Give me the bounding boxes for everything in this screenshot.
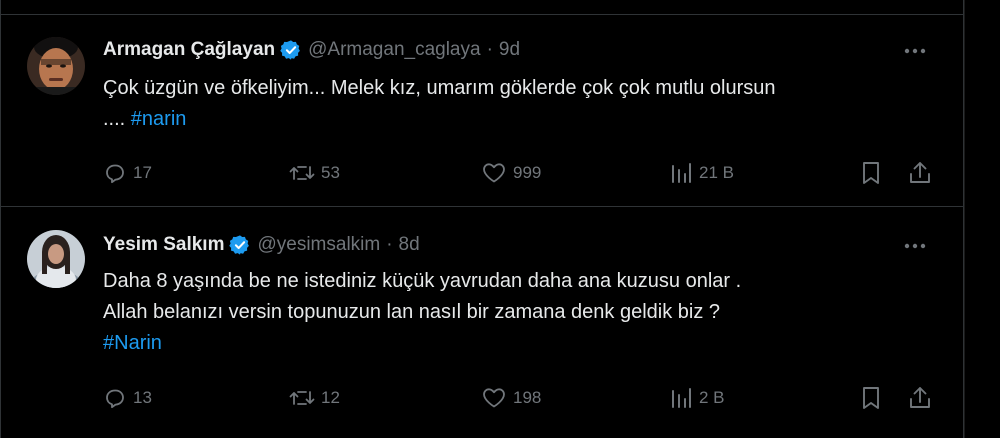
bookmark-button[interactable]	[859, 383, 883, 413]
reply-count: 13	[133, 388, 152, 407]
share-icon	[910, 387, 930, 408]
timestamp[interactable]: 9d	[499, 39, 520, 61]
gutter-edge	[964, 0, 965, 438]
share-button[interactable]	[907, 383, 933, 413]
tweet-actions: 13 12 198 2 B	[103, 383, 943, 413]
reply-button[interactable]: 13	[103, 383, 152, 413]
like-count: 999	[513, 163, 542, 182]
views-button[interactable]: 2 B	[669, 383, 725, 413]
separator-dot: ·	[386, 234, 393, 255]
timeline-frame: Armagan Çağlayan @Armagan_caglaya · 9d Ç…	[0, 0, 1000, 438]
reply-icon	[106, 389, 124, 409]
tweet-actions: 17 53 999 21 B	[103, 158, 943, 188]
separator-dot: ·	[486, 39, 493, 60]
retweet-count: 12	[321, 388, 340, 407]
views-icon	[672, 163, 691, 183]
avatar[interactable]	[27, 37, 85, 95]
hashtag-link[interactable]: #narin	[131, 108, 187, 130]
right-gutter	[964, 0, 1000, 438]
bookmark-icon	[863, 387, 879, 409]
share-icon	[910, 162, 930, 183]
like-button[interactable]: 198	[481, 383, 541, 413]
tweet-text-line: #Narin	[103, 328, 933, 359]
verified-badge-icon[interactable]	[280, 39, 302, 61]
hashtag-link[interactable]: #Narin	[103, 332, 162, 354]
heart-icon	[483, 163, 505, 183]
views-button[interactable]: 21 B	[669, 158, 734, 188]
tweet-text: Daha 8 yaşında be ne istediniz küçük yav…	[103, 266, 933, 359]
timeline-feed: Armagan Çağlayan @Armagan_caglaya · 9d Ç…	[0, 0, 965, 438]
retweet-icon	[289, 166, 315, 180]
user-handle[interactable]: @Armagan_caglaya	[308, 39, 480, 61]
like-button[interactable]: 999	[481, 158, 541, 188]
display-name[interactable]: Yesim Salkım	[103, 234, 224, 256]
tweet-card[interactable]: Yesim Salkım @yesimsalkim · 8d Daha 8 ya…	[1, 208, 965, 438]
reply-icon	[106, 164, 124, 184]
share-button[interactable]	[907, 158, 933, 188]
more-dots-icon[interactable]	[900, 236, 930, 256]
retweet-button[interactable]: 53	[289, 158, 340, 188]
retweet-count: 53	[321, 163, 340, 182]
tweet-header: Yesim Salkım @yesimsalkim · 8d	[103, 231, 420, 259]
retweet-icon	[289, 391, 315, 405]
views-icon	[672, 388, 691, 408]
avatar[interactable]	[27, 230, 85, 288]
tweet-header: Armagan Çağlayan @Armagan_caglaya · 9d	[103, 36, 520, 64]
tweet-text-line: Çok üzgün ve öfkeliyim... Melek kız, uma…	[103, 77, 776, 99]
tweet-text: Çok üzgün ve öfkeliyim... Melek kız, uma…	[103, 73, 933, 135]
tweet-card[interactable]: Armagan Çağlayan @Armagan_caglaya · 9d Ç…	[1, 15, 965, 207]
display-name[interactable]: Armagan Çağlayan	[103, 39, 275, 61]
tweet-text-ellipsis: ....	[103, 108, 126, 130]
views-count: 21 B	[699, 163, 734, 182]
tweet-text-line: Allah belanızı versin topunuzun lan nası…	[103, 301, 721, 323]
heart-icon	[483, 388, 505, 408]
tweet-text-line: Daha 8 yaşında be ne istediniz küçük yav…	[103, 270, 742, 292]
bookmark-button[interactable]	[859, 158, 883, 188]
bookmark-icon	[863, 162, 879, 184]
user-handle[interactable]: @yesimsalkim	[257, 234, 380, 256]
retweet-button[interactable]: 12	[289, 383, 340, 413]
reply-button[interactable]: 17	[103, 158, 152, 188]
like-count: 198	[513, 388, 542, 407]
timestamp[interactable]: 8d	[399, 234, 420, 256]
views-count: 2 B	[699, 388, 725, 407]
tweet-text-line: .... #narin	[103, 104, 933, 135]
verified-badge-icon[interactable]	[229, 234, 251, 256]
more-dots-icon[interactable]	[900, 41, 930, 61]
reply-count: 17	[133, 163, 152, 182]
